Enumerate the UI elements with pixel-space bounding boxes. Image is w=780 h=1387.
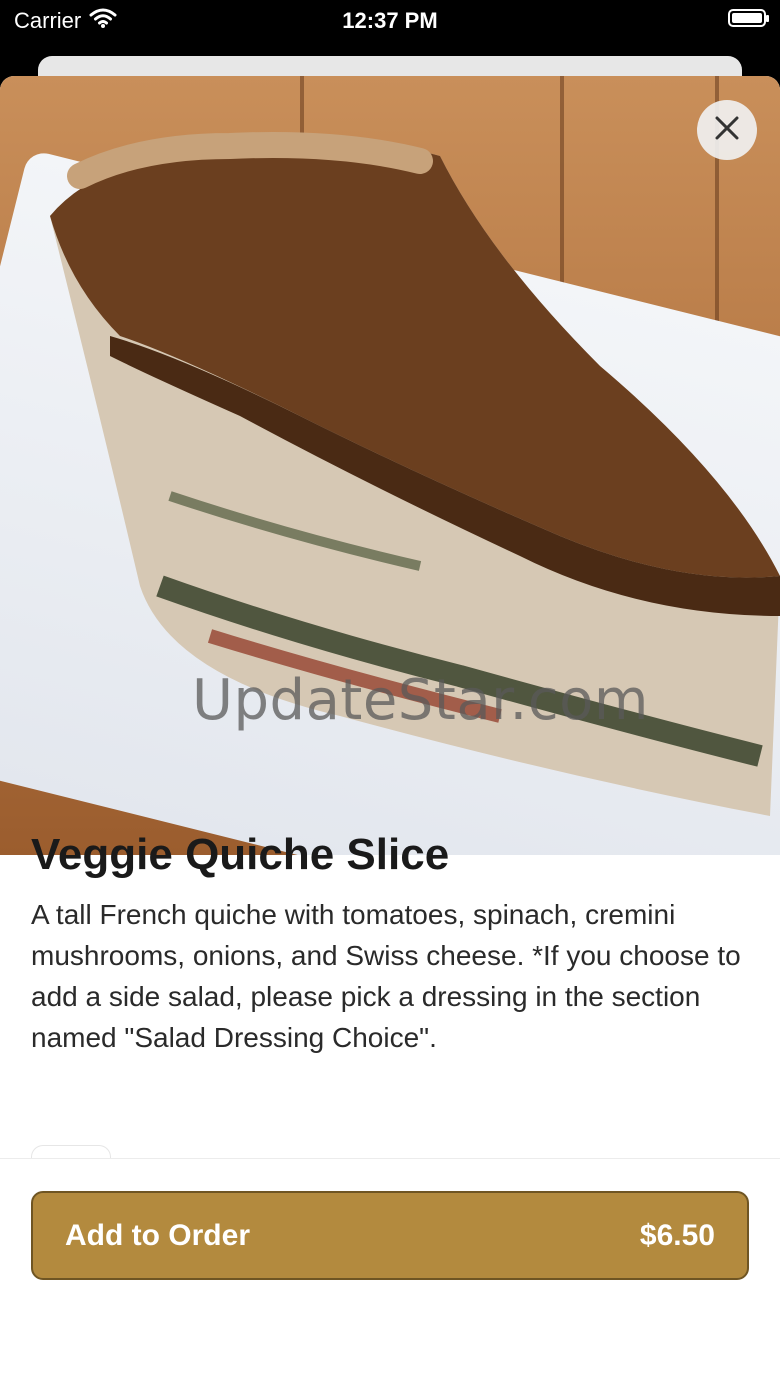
close-icon	[714, 115, 740, 146]
add-to-order-label: Add to Order	[65, 1218, 250, 1252]
order-footer: Add to Order $6.50	[0, 1158, 780, 1312]
add-to-order-button[interactable]: Add to Order $6.50	[31, 1191, 749, 1280]
item-description: A tall French quiche with tomatoes, spin…	[31, 899, 741, 1053]
status-bar: Carrier 12:37 PM	[0, 0, 780, 44]
price-label: $6.50	[639, 1218, 715, 1252]
status-time: 12:37 PM	[342, 8, 438, 33]
item-photo: UpdateStar.com	[0, 76, 780, 855]
item-info: Veggie Quiche Slice A tall French quiche…	[31, 830, 749, 1058]
image-watermark: UpdateStar.com	[192, 668, 649, 733]
battery-icon	[728, 9, 769, 27]
close-button[interactable]	[697, 100, 757, 160]
item-title: Veggie Quiche Slice	[31, 830, 450, 879]
